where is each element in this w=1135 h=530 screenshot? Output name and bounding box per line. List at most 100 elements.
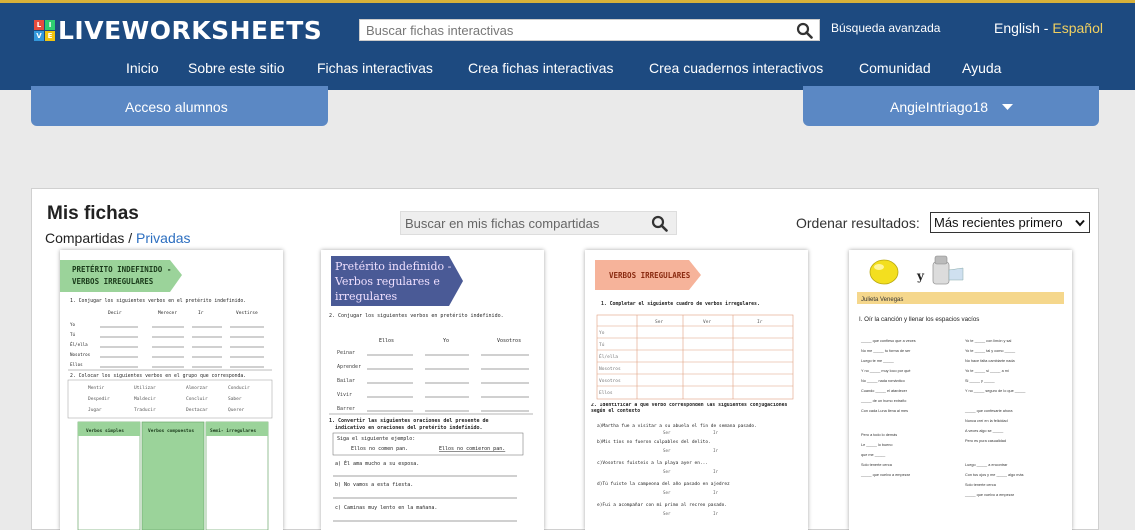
tab-shared[interactable]: Compartidas: [45, 230, 124, 246]
lyric-line: _____ que confieso que a veces: [860, 339, 916, 343]
my-worksheets-search-input[interactable]: Buscar en mis fichas compartidas: [405, 216, 599, 231]
top-accent-line: [0, 0, 1135, 3]
row-label: Nosotros: [70, 352, 91, 357]
lyric-line: Yo te _____ si _____ a mi: [965, 369, 1009, 373]
user-name: AngieIntriago18: [890, 99, 989, 115]
lyric-line: Y no _____ seguro de lo que _____: [965, 389, 1026, 393]
sentence-item: d)Tú fuiste la campeona del año pasado e…: [597, 480, 730, 487]
question-text: 1. Convertir las siguientes oraciones de…: [329, 418, 489, 424]
logo-letter: L: [34, 19, 44, 30]
worksheet-thumbnail: y Julieta Venegas I. Oír la canción y ll…: [857, 255, 1064, 497]
column-header: Ir: [757, 319, 763, 325]
logo-text: LIVEWORKSHEETS: [58, 15, 323, 45]
row-label: Bailar: [337, 378, 355, 384]
answer-option: Ir: [713, 448, 719, 453]
row-label: Yo: [599, 330, 605, 336]
lang-spanish-link[interactable]: Español: [1052, 20, 1103, 36]
column-header: Decir: [108, 310, 122, 316]
row-label: Yo: [70, 322, 76, 327]
answer-option: Ser: [663, 469, 671, 474]
nav-item-crea-cuadernos[interactable]: Crea cuadernos interactivos: [649, 60, 823, 76]
worksheet-card[interactable]: y Julieta Venegas I. Oír la canción y ll…: [849, 250, 1072, 530]
user-menu-button[interactable]: AngieIntriago18: [803, 86, 1099, 126]
lyric-line: A veces algo se _____: [965, 429, 1004, 433]
row-label: Nosotros: [599, 366, 621, 372]
nav-item-crea-fichas[interactable]: Crea fichas interactivas: [468, 60, 614, 76]
sentence-item: e)Fui a acompañar con mi primo al recreo…: [597, 502, 727, 508]
example-label: Siga el siguiente ejemplo:: [337, 436, 415, 442]
nav-item-ayuda[interactable]: Ayuda: [962, 60, 1001, 76]
lyric-line: Le _____ lo bueno: [861, 443, 892, 447]
row-label: Ellos: [599, 390, 613, 396]
logo-letter: I: [45, 19, 55, 30]
worksheet-thumbnail: VERBOS IRREGULARES 1. Completar el sigui…: [591, 260, 794, 516]
song-author: Julieta Venegas: [861, 297, 903, 303]
column-header: Vestirse: [236, 310, 258, 316]
lyric-line: Con cada Luna llena al mes: [861, 409, 908, 413]
sentence-item: c)Vosotros fuisteis a la playa ayer en..…: [597, 460, 708, 466]
verb-option: Querer: [228, 407, 245, 413]
lyric-line: Solo tenerte cerca: [861, 463, 893, 467]
search-icon[interactable]: [796, 22, 813, 39]
sort-selected-value: Más recientes primero: [934, 215, 1063, 230]
verb-option: Utilizar: [134, 385, 156, 391]
lyric-line: _____ que vuelvo a empezar: [860, 473, 911, 477]
search-icon[interactable]: [651, 215, 668, 232]
advanced-search-link[interactable]: Búsqueda avanzada: [831, 21, 940, 35]
row-label: Él/ella: [70, 342, 88, 347]
column-header: Ver: [703, 319, 711, 325]
nav-item-sobre-este-sitio[interactable]: Sobre este sitio: [188, 60, 285, 76]
row-label: Tú: [599, 341, 605, 348]
worksheet-title-line-1: Pretérito indefinido -: [335, 260, 452, 273]
worksheet-card[interactable]: Pretérito indefinido - Verbos regulares …: [321, 250, 544, 530]
nav-item-inicio[interactable]: Inicio: [126, 60, 159, 76]
lyric-line: _____ que confesarte ahora: [964, 409, 1013, 413]
caret-down-icon: [1002, 104, 1013, 110]
worksheet-title-line-2: Verbos regulares e: [334, 275, 440, 288]
my-worksheets-search-box[interactable]: Buscar en mis fichas compartidas: [400, 211, 677, 235]
site-search-box[interactable]: Buscar fichas interactivas: [359, 19, 820, 41]
row-label: Vivir: [337, 392, 352, 398]
lyric-line: Pero a todo lo demás: [861, 433, 897, 437]
logo-mark-icon: L I V E: [34, 19, 55, 41]
question-text: indicativo en oraciones del pretérito in…: [335, 424, 483, 431]
answer-option: Ser: [663, 511, 671, 516]
column-header: Vosotros: [497, 338, 521, 344]
tab-private[interactable]: Privadas: [136, 230, 190, 246]
question-text: 1. Completar el siguiente cuadro de verb…: [601, 301, 760, 307]
worksheet-card[interactable]: VERBOS IRREGULARES 1. Completar el sigui…: [585, 250, 808, 530]
lyric-line: No me _____ tu forma de ser: [861, 349, 911, 353]
lyric-line: Yo te _____ tal y como _____: [965, 349, 1016, 353]
lang-english-link[interactable]: English: [994, 20, 1040, 36]
row-label: Ellos: [70, 362, 83, 367]
lyric-line: Nunca creí en la felicidad: [965, 419, 1008, 423]
verb-option: Saber: [228, 396, 242, 402]
row-label: Barrer: [337, 406, 355, 412]
question-text: 1. Conjugar los siguientes verbos en el …: [70, 297, 246, 304]
column-header: Ellos: [379, 338, 394, 344]
worksheet-title-line-3: irregulares: [335, 290, 398, 303]
lyric-line: Solo tenerte cerca: [965, 483, 997, 487]
student-access-button[interactable]: Acceso alumnos: [31, 86, 328, 126]
sentence-item: a)Martha fue a visitar a su abuela el fi…: [597, 423, 757, 429]
lyric-line: Pero es pura casualidad: [965, 439, 1006, 443]
worksheet-thumbnail: Pretérito indefinido - Verbos regulares …: [329, 256, 533, 522]
column-header: Ir: [198, 310, 204, 316]
nav-item-comunidad[interactable]: Comunidad: [859, 60, 931, 76]
verb-option: Maldecir: [134, 396, 156, 402]
sentence-item: a) Él ama mucho a su esposa.: [335, 459, 419, 467]
top-navigation-bar: [0, 0, 1135, 90]
lyric-line: No hace falta cambiarte nada: [965, 359, 1015, 363]
nav-item-fichas-interactivas[interactable]: Fichas interactivas: [317, 60, 433, 76]
site-search-input[interactable]: Buscar fichas interactivas: [366, 23, 513, 38]
question-text: 2. Conjugar los siguientes verbos en pre…: [329, 312, 504, 319]
chevron-down-icon: [1075, 219, 1085, 227]
student-access-label: Acceso alumnos: [125, 99, 228, 115]
sort-select[interactable]: Más recientes primero: [930, 212, 1090, 233]
answer-option: Ir: [713, 511, 719, 516]
answer-option: Ser: [663, 448, 671, 453]
box-label: Verbos compuestos: [148, 428, 194, 434]
site-logo[interactable]: L I V E LIVEWORKSHEETS: [34, 15, 322, 45]
worksheet-card[interactable]: PRETÉRITO INDEFINIDO - VERBOS IRREGULARE…: [60, 250, 283, 530]
verb-option: Conducir: [228, 385, 250, 391]
